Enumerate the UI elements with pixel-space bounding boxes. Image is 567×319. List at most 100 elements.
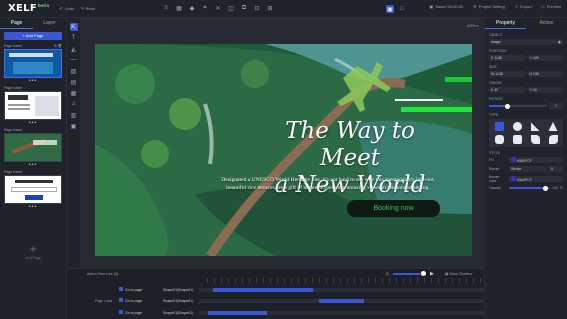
timeline-bar[interactable] <box>318 299 365 303</box>
page-card[interactable]: Page name ••• <box>4 127 62 169</box>
corner-shape-icon[interactable] <box>530 135 540 144</box>
opacity-value[interactable]: 100 <box>552 186 558 190</box>
plus-icon: + <box>29 242 37 256</box>
image-icon[interactable]: ▦ <box>175 4 183 12</box>
timeline-track[interactable] <box>199 299 484 303</box>
fill-swatch <box>511 157 516 162</box>
page-thumbnail[interactable] <box>4 91 62 120</box>
green-line <box>401 107 472 112</box>
preview-button[interactable]: ▷ Preview <box>542 4 561 9</box>
origin-y-input[interactable]: Y 40 <box>527 87 563 93</box>
shape-icon[interactable]: ◆ <box>188 4 196 12</box>
embed-tool-icon[interactable]: ▣ <box>70 122 78 130</box>
export-icon: ⇪ <box>514 4 519 9</box>
text-tool-icon[interactable]: T <box>70 34 78 42</box>
tab-property[interactable]: Property <box>485 18 526 29</box>
slide-body-text[interactable]: Designated a UNESCO World Heritage Site,… <box>203 176 453 192</box>
more-icon[interactable]: ••• <box>4 162 62 169</box>
layers-icon[interactable]: ◫ <box>227 4 235 12</box>
group-icon[interactable]: ⧉ <box>240 4 248 12</box>
page-card[interactable]: Page name ••• <box>4 85 62 127</box>
table-tool-icon[interactable]: ▥ <box>70 111 78 119</box>
tab-action[interactable]: Action <box>526 18 567 29</box>
volume-icon[interactable]: ⚠ <box>385 271 389 277</box>
more-icon[interactable]: ••• <box>4 120 62 127</box>
timeline-bar[interactable] <box>213 288 313 292</box>
border-color-field[interactable]: #3A2FCF <box>509 176 563 182</box>
slide-canvas[interactable]: The Way to Meet a New World Designated a… <box>95 44 472 256</box>
size-width-input[interactable]: W 1138 <box>489 71 525 77</box>
action-timeline: Action Time Line (5) ⚠ ▶ ▦ Show Timeline… <box>67 268 484 319</box>
circle-shape-icon[interactable] <box>512 122 522 131</box>
delete-icon[interactable]: ✕ <box>214 4 222 12</box>
app-root: XELFbeta ↶ Undo ↷ Redo ≡ ▦ ◆ ⌗ ✕ ◫ ⧉ ⊡ ⊞ ▣… <box>0 0 567 319</box>
opacity-slider[interactable] <box>509 185 551 191</box>
audio-tool-icon[interactable]: ♫ <box>70 100 78 108</box>
timeline-row[interactable]: Page Load Go to page Shape01(Shape01) <box>67 297 484 305</box>
tab-layer[interactable]: Layer <box>33 18 66 29</box>
timeline-row[interactable]: Go to page Shape01(Shape01) <box>67 286 484 294</box>
play-icon[interactable]: ▶ <box>430 271 434 277</box>
ungroup-icon[interactable]: ⊡ <box>253 4 261 12</box>
grid-icon[interactable]: ▣ <box>386 5 394 13</box>
add-page-button[interactable]: + Add Page <box>4 32 62 40</box>
save-icon: ▣ <box>429 4 434 9</box>
rounded-shape-icon[interactable] <box>494 135 504 144</box>
page-thumbnail[interactable] <box>4 175 62 204</box>
triangle-right-shape-icon[interactable] <box>530 122 540 131</box>
shape-type-picker <box>489 119 563 147</box>
slider-knob[interactable] <box>421 271 426 276</box>
square-shape-icon[interactable] <box>494 122 504 131</box>
undo-button[interactable]: ↶ Undo <box>59 6 74 11</box>
app-logo: XELFbeta <box>8 3 50 14</box>
event-icon <box>119 310 123 314</box>
booking-now-button[interactable]: Booking now <box>347 200 440 217</box>
project-setting-button[interactable]: ⚙ Project Setting <box>473 4 505 9</box>
redo-button[interactable]: ↷ Redo <box>80 6 95 11</box>
image-tool-icon[interactable]: ▨ <box>70 67 78 75</box>
border-style-select[interactable]: Stroke <box>509 166 547 172</box>
timeline-track[interactable] <box>199 311 484 315</box>
page-actions-icon[interactable]: ⧉ 🗑 <box>54 44 62 48</box>
fill-color-field[interactable]: #3A2FCF <box>509 157 563 163</box>
page-thumbnail[interactable] <box>4 49 62 78</box>
object-type-field[interactable]: image ◉ <box>489 39 563 45</box>
rounded-square-shape-icon[interactable] <box>512 135 522 144</box>
timeline-bar[interactable] <box>207 311 268 315</box>
show-timeline-toggle[interactable]: ▦ Show Timeline <box>445 272 472 276</box>
more-icon[interactable]: ••• <box>4 204 62 211</box>
frame-tool-icon[interactable]: ▦ <box>70 89 78 97</box>
more-icon[interactable]: ••• <box>4 78 62 85</box>
event-icon <box>119 298 123 302</box>
lock-icon[interactable]: ⊞ <box>266 4 274 12</box>
text-icon[interactable]: ≡ <box>162 4 170 12</box>
triangle-shape-icon[interactable] <box>548 122 558 131</box>
eye-icon[interactable]: ◉ <box>558 39 561 45</box>
select-tool-icon[interactable]: ⇱ <box>69 23 78 31</box>
timeline-row[interactable]: Go to page Shape01(Shape01) <box>67 309 484 317</box>
line-tool-icon[interactable]: — <box>70 56 78 64</box>
video-tool-icon[interactable]: ▤ <box>70 78 78 86</box>
position-x-input[interactable]: X 1138 <box>489 55 525 61</box>
rotate-slider[interactable] <box>489 103 547 109</box>
origin-x-input[interactable]: X 40 <box>489 87 525 93</box>
fullscreen-icon[interactable]: □ <box>398 5 406 13</box>
crop-icon[interactable]: ⌗ <box>201 4 209 12</box>
page-thumbnail[interactable] <box>4 133 62 162</box>
size-height-input[interactable]: H 238 <box>527 71 563 77</box>
page-card[interactable]: Page name ••• <box>4 169 62 211</box>
tab-page[interactable]: Page <box>0 18 33 29</box>
position-y-input[interactable]: Y 426 <box>527 55 563 61</box>
page-card[interactable]: Page name ⧉ 🗑 ••• <box>4 43 62 85</box>
gear-icon: ⚙ <box>473 4 477 9</box>
add-page-tile[interactable]: + Add Page <box>20 242 46 260</box>
shape-tool-icon[interactable]: ◭ <box>70 45 78 53</box>
rotate-input[interactable]: 0 <box>549 103 563 109</box>
border-width-input[interactable]: 0 <box>549 166 563 172</box>
preview-icon: ▷ <box>541 4 545 9</box>
zoom-control[interactable]: 100% ▾ <box>466 24 478 28</box>
pages-panel: Page Layer + Add Page Page name ⧉ 🗑 ••• P… <box>0 18 67 319</box>
timeline-track[interactable] <box>199 288 484 292</box>
export-button[interactable]: ⇪ Export <box>515 4 532 9</box>
leaf-shape-icon[interactable] <box>548 135 558 144</box>
